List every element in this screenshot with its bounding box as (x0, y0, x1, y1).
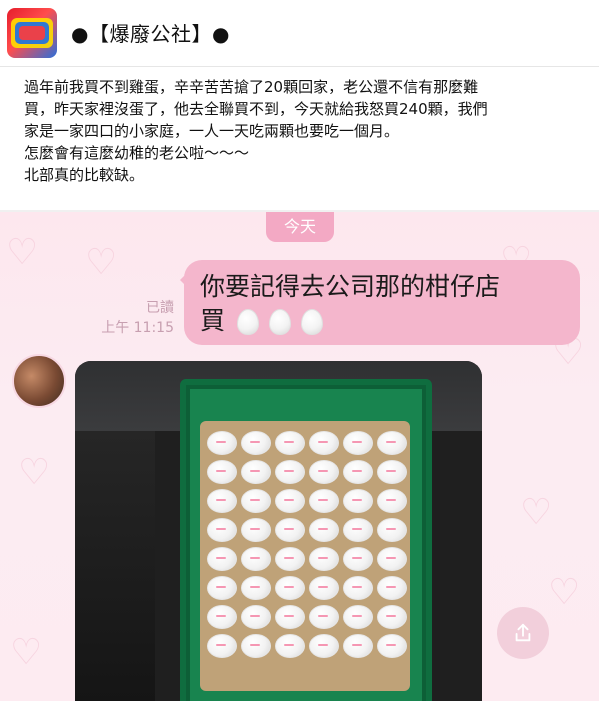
photo-egg (241, 518, 271, 542)
egg-icon (236, 309, 259, 335)
message-line-1: 你要記得去公司那的柑仔店 (200, 272, 501, 301)
photo-egg (309, 605, 339, 629)
photo-egg (207, 634, 237, 658)
heart-icon: ♡ (10, 632, 43, 673)
egg-grid (207, 431, 407, 687)
photo-egg (241, 489, 271, 513)
photo-egg (207, 518, 237, 542)
message-line-2: 買 (200, 306, 226, 335)
photo-egg (275, 518, 305, 542)
photo-egg (377, 576, 407, 600)
photo-egg (377, 489, 407, 513)
photo-egg (377, 460, 407, 484)
photo-egg (241, 460, 271, 484)
heart-icon: ♡ (520, 492, 553, 533)
photo-egg (377, 518, 407, 542)
heart-icon: ♡ (18, 452, 51, 493)
photo-egg (343, 547, 373, 571)
photo-egg (275, 605, 305, 629)
photo-egg (207, 605, 237, 629)
photo-egg (343, 605, 373, 629)
photo-egg (241, 605, 271, 629)
photo-egg (309, 431, 339, 455)
photo-egg (241, 576, 271, 600)
message-bubble[interactable]: 你要記得去公司那的柑仔店 買 (184, 260, 580, 345)
photo-egg (275, 547, 305, 571)
page-header: ●【爆廢公社】● (0, 0, 599, 67)
photo-egg (241, 547, 271, 571)
share-icon (515, 623, 531, 642)
avatar-logo-layer-3 (19, 26, 45, 40)
message-text: 你要記得去公司那的柑仔店 買 (200, 270, 568, 338)
photo-egg (207, 547, 237, 571)
photo-egg (275, 431, 305, 455)
photo-egg (377, 547, 407, 571)
photo-egg (241, 431, 271, 455)
photo-egg (275, 460, 305, 484)
photo-egg (343, 489, 373, 513)
photo-egg (309, 634, 339, 658)
chat-screenshot: ♡ ♡ ♡ ♡ ♡ ♡ ♡ ♡ 今天 已讀 上午 11:15 你要記得去公司那的… (0, 212, 599, 701)
eggs-photo[interactable] (75, 361, 482, 701)
date-pill: 今天 (266, 212, 334, 242)
egg-emoji-row (236, 309, 323, 335)
photo-egg (343, 634, 373, 658)
message-time: 上午 11:15 (101, 320, 174, 336)
read-label: 已讀 (146, 300, 174, 316)
photo-egg (275, 576, 305, 600)
friend-avatar[interactable] (12, 354, 66, 408)
photo-egg (343, 576, 373, 600)
egg-icon (268, 309, 291, 335)
photo-side-shadow (75, 431, 155, 701)
photo-egg (377, 431, 407, 455)
page-name[interactable]: ●【爆廢公社】● (71, 18, 230, 47)
photo-egg (343, 431, 373, 455)
post-line-5: 北部真的比較缺。 (24, 166, 145, 184)
heart-icon: ♡ (6, 232, 39, 273)
photo-egg (309, 489, 339, 513)
photo-egg (207, 489, 237, 513)
photo-egg (207, 460, 237, 484)
photo-egg (241, 634, 271, 658)
photo-egg (343, 460, 373, 484)
photo-egg (309, 547, 339, 571)
post-line-4: 怎麼會有這麼幼稚的老公啦～～～ (24, 144, 250, 162)
page-avatar[interactable] (7, 8, 57, 58)
photo-egg (207, 431, 237, 455)
share-button[interactable] (497, 607, 549, 659)
post-text: 過年前我買不到雞蛋，辛辛苦苦搶了20顆回家，老公還不信有那麼難 買，昨天家裡沒蛋… (24, 76, 579, 186)
photo-egg (309, 518, 339, 542)
post-line-2: 買，昨天家裡沒蛋了，他去全聯買不到，今天就給我怒買240顆，我們 (24, 100, 488, 118)
photo-egg (377, 634, 407, 658)
post-line-1: 過年前我買不到雞蛋，辛辛苦苦搶了20顆回家，老公還不信有那麼難 (24, 78, 479, 96)
egg-icon (300, 309, 323, 335)
photo-egg (343, 518, 373, 542)
photo-egg (309, 576, 339, 600)
heart-icon: ♡ (85, 242, 118, 283)
photo-egg (275, 634, 305, 658)
photo-egg (207, 576, 237, 600)
photo-egg (309, 460, 339, 484)
read-status: 已讀 上午 11:15 (86, 298, 174, 338)
heart-icon: ♡ (548, 572, 581, 613)
photo-egg (275, 489, 305, 513)
post-line-3: 家是一家四口的小家庭，一人一天吃兩顆也要吃一個月。 (24, 122, 400, 140)
photo-egg (377, 605, 407, 629)
